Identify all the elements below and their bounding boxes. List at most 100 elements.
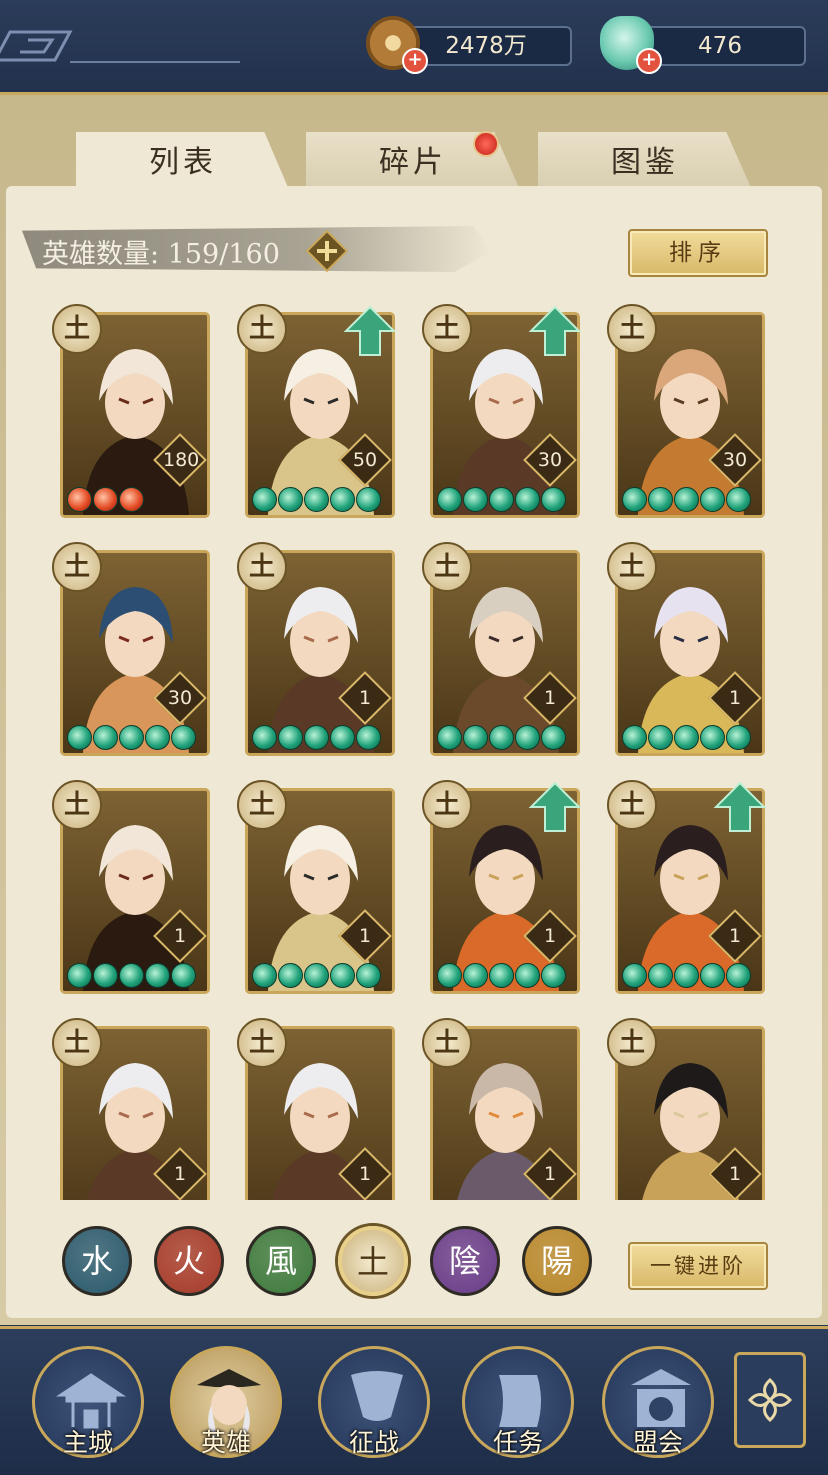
star-icon [622, 963, 647, 988]
star-icon [278, 725, 303, 750]
star-icon [541, 725, 566, 750]
star-icon [700, 963, 725, 988]
top-bar: 2478万 + 476 + [0, 0, 828, 95]
sort-button[interactable]: 排序 [628, 229, 768, 277]
star-icon [463, 725, 488, 750]
earth-element-icon: 土 [422, 780, 472, 830]
level-value: 30 [722, 449, 748, 471]
star-icon [171, 725, 196, 750]
star-rating [67, 963, 196, 988]
earth-element-icon: 土 [607, 1018, 657, 1068]
star-rating [67, 725, 196, 750]
level-value: 1 [543, 925, 557, 947]
star-icon [67, 725, 92, 750]
element-filter-6[interactable]: 陽 [522, 1226, 592, 1296]
nav-battle-horn[interactable]: 征战 [318, 1346, 430, 1458]
add-jade-button[interactable]: + [636, 48, 662, 74]
star-icon [674, 487, 699, 512]
element-filter-5[interactable]: 陰 [430, 1226, 500, 1296]
star-icon [145, 725, 170, 750]
tab-codex[interactable]: 图鉴 [538, 132, 752, 190]
star-icon [726, 963, 751, 988]
star-icon [67, 487, 92, 512]
element-filter-3[interactable]: 風 [246, 1226, 316, 1296]
add-coin-button[interactable]: + [402, 48, 428, 74]
star-icon [489, 725, 514, 750]
element-filter-1[interactable]: 水 [62, 1226, 132, 1296]
star-icon [622, 725, 647, 750]
star-icon [278, 963, 303, 988]
earth-element-icon: 土 [237, 542, 287, 592]
star-icon [119, 487, 144, 512]
star-rating [252, 725, 381, 750]
nav-scroll-task[interactable]: 任务 [462, 1346, 574, 1458]
star-icon [330, 487, 355, 512]
level-value: 180 [163, 449, 200, 471]
star-icon [726, 487, 751, 512]
earth-element-icon: 土 [52, 780, 102, 830]
level-value: 1 [173, 925, 187, 947]
nav-label: 盟会 [632, 1428, 683, 1457]
star-icon [437, 725, 462, 750]
star-icon [93, 725, 118, 750]
level-value: 1 [358, 687, 372, 709]
star-rating [67, 487, 144, 512]
star-icon [304, 725, 329, 750]
level-value: 30 [537, 449, 563, 471]
star-icon [700, 725, 725, 750]
nav-hero-portrait[interactable]: 英雄 [170, 1346, 282, 1458]
notification-dot [473, 131, 499, 157]
upgrade-arrow-icon [528, 305, 582, 356]
star-rating [622, 725, 751, 750]
star-icon [119, 725, 144, 750]
star-rating [622, 963, 751, 988]
star-icon [437, 487, 462, 512]
star-icon [252, 487, 277, 512]
nav-label: 征战 [348, 1428, 399, 1457]
level-value: 1 [543, 1163, 557, 1185]
star-icon [648, 487, 673, 512]
hero-count-label: 英雄数量: [42, 239, 160, 270]
star-icon [437, 963, 462, 988]
level-value: 1 [173, 1163, 187, 1185]
level-value: 1 [358, 925, 372, 947]
star-icon [356, 725, 381, 750]
star-rating [437, 487, 566, 512]
level-value: 50 [352, 449, 378, 471]
level-value: 1 [543, 687, 557, 709]
menu-pattern-icon[interactable] [0, 24, 240, 68]
earth-element-icon: 土 [52, 542, 102, 592]
nav-city-gate[interactable]: 主城 [32, 1346, 144, 1458]
star-icon [674, 963, 699, 988]
hero-count-text: 英雄数量: 159/160 [42, 232, 280, 271]
star-icon [304, 963, 329, 988]
star-icon [67, 963, 92, 988]
hero-count-value: 159/160 [167, 239, 280, 270]
expand-slots-button[interactable] [306, 230, 348, 272]
star-icon [622, 487, 647, 512]
earth-element-icon: 土 [422, 304, 472, 354]
nav-alliance-pavilion[interactable]: 盟会 [602, 1346, 714, 1458]
star-icon [356, 963, 381, 988]
level-value: 1 [728, 687, 742, 709]
level-value: 1 [728, 1163, 742, 1185]
coin-resource: 2478万 + [366, 16, 572, 74]
tab-list[interactable]: 列表 [76, 132, 290, 192]
more-menu-button[interactable] [734, 1352, 806, 1448]
star-icon [278, 487, 303, 512]
element-filter-2[interactable]: 火 [154, 1226, 224, 1296]
one-click-advance-button[interactable]: 一键进阶 [628, 1242, 768, 1290]
upgrade-arrow-icon [528, 781, 582, 832]
star-icon [252, 725, 277, 750]
star-icon [304, 487, 329, 512]
earth-element-icon: 土 [52, 1018, 102, 1068]
star-icon [541, 963, 566, 988]
star-rating [252, 487, 381, 512]
jade-resource: 476 + [600, 16, 806, 74]
nav-label: 主城 [62, 1428, 113, 1457]
star-icon [489, 963, 514, 988]
hero-grid: 180 土 50 土 30 土 30 土 30 土 1 土 1 土 1 土 1 土 1 土 1 土 1 土 1 土 1 土 1 土 1 土 [40, 296, 800, 1200]
level-value: 1 [358, 1163, 372, 1185]
star-icon [700, 487, 725, 512]
element-filter-4[interactable]: 土 [338, 1226, 408, 1296]
